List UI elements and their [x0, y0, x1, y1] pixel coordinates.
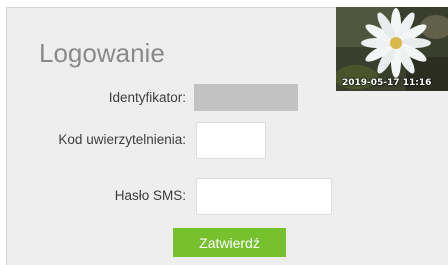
photo-timestamp: 2019-05-17 11:16 — [342, 78, 432, 88]
identifier-field[interactable] — [194, 84, 298, 111]
sms-password-field[interactable] — [196, 178, 332, 215]
page-title: Logowanie — [39, 38, 165, 68]
auth-photo: 2019-05-17 11:16 — [336, 7, 448, 91]
sms-password-label: Hasło SMS: — [114, 188, 186, 203]
auth-code-field[interactable] — [196, 122, 266, 159]
identifier-label: Identyfikator: — [108, 90, 186, 105]
submit-button[interactable]: Zatwierdź — [173, 228, 286, 257]
auth-code-label: Kod uwierzytelnienia: — [58, 132, 186, 147]
